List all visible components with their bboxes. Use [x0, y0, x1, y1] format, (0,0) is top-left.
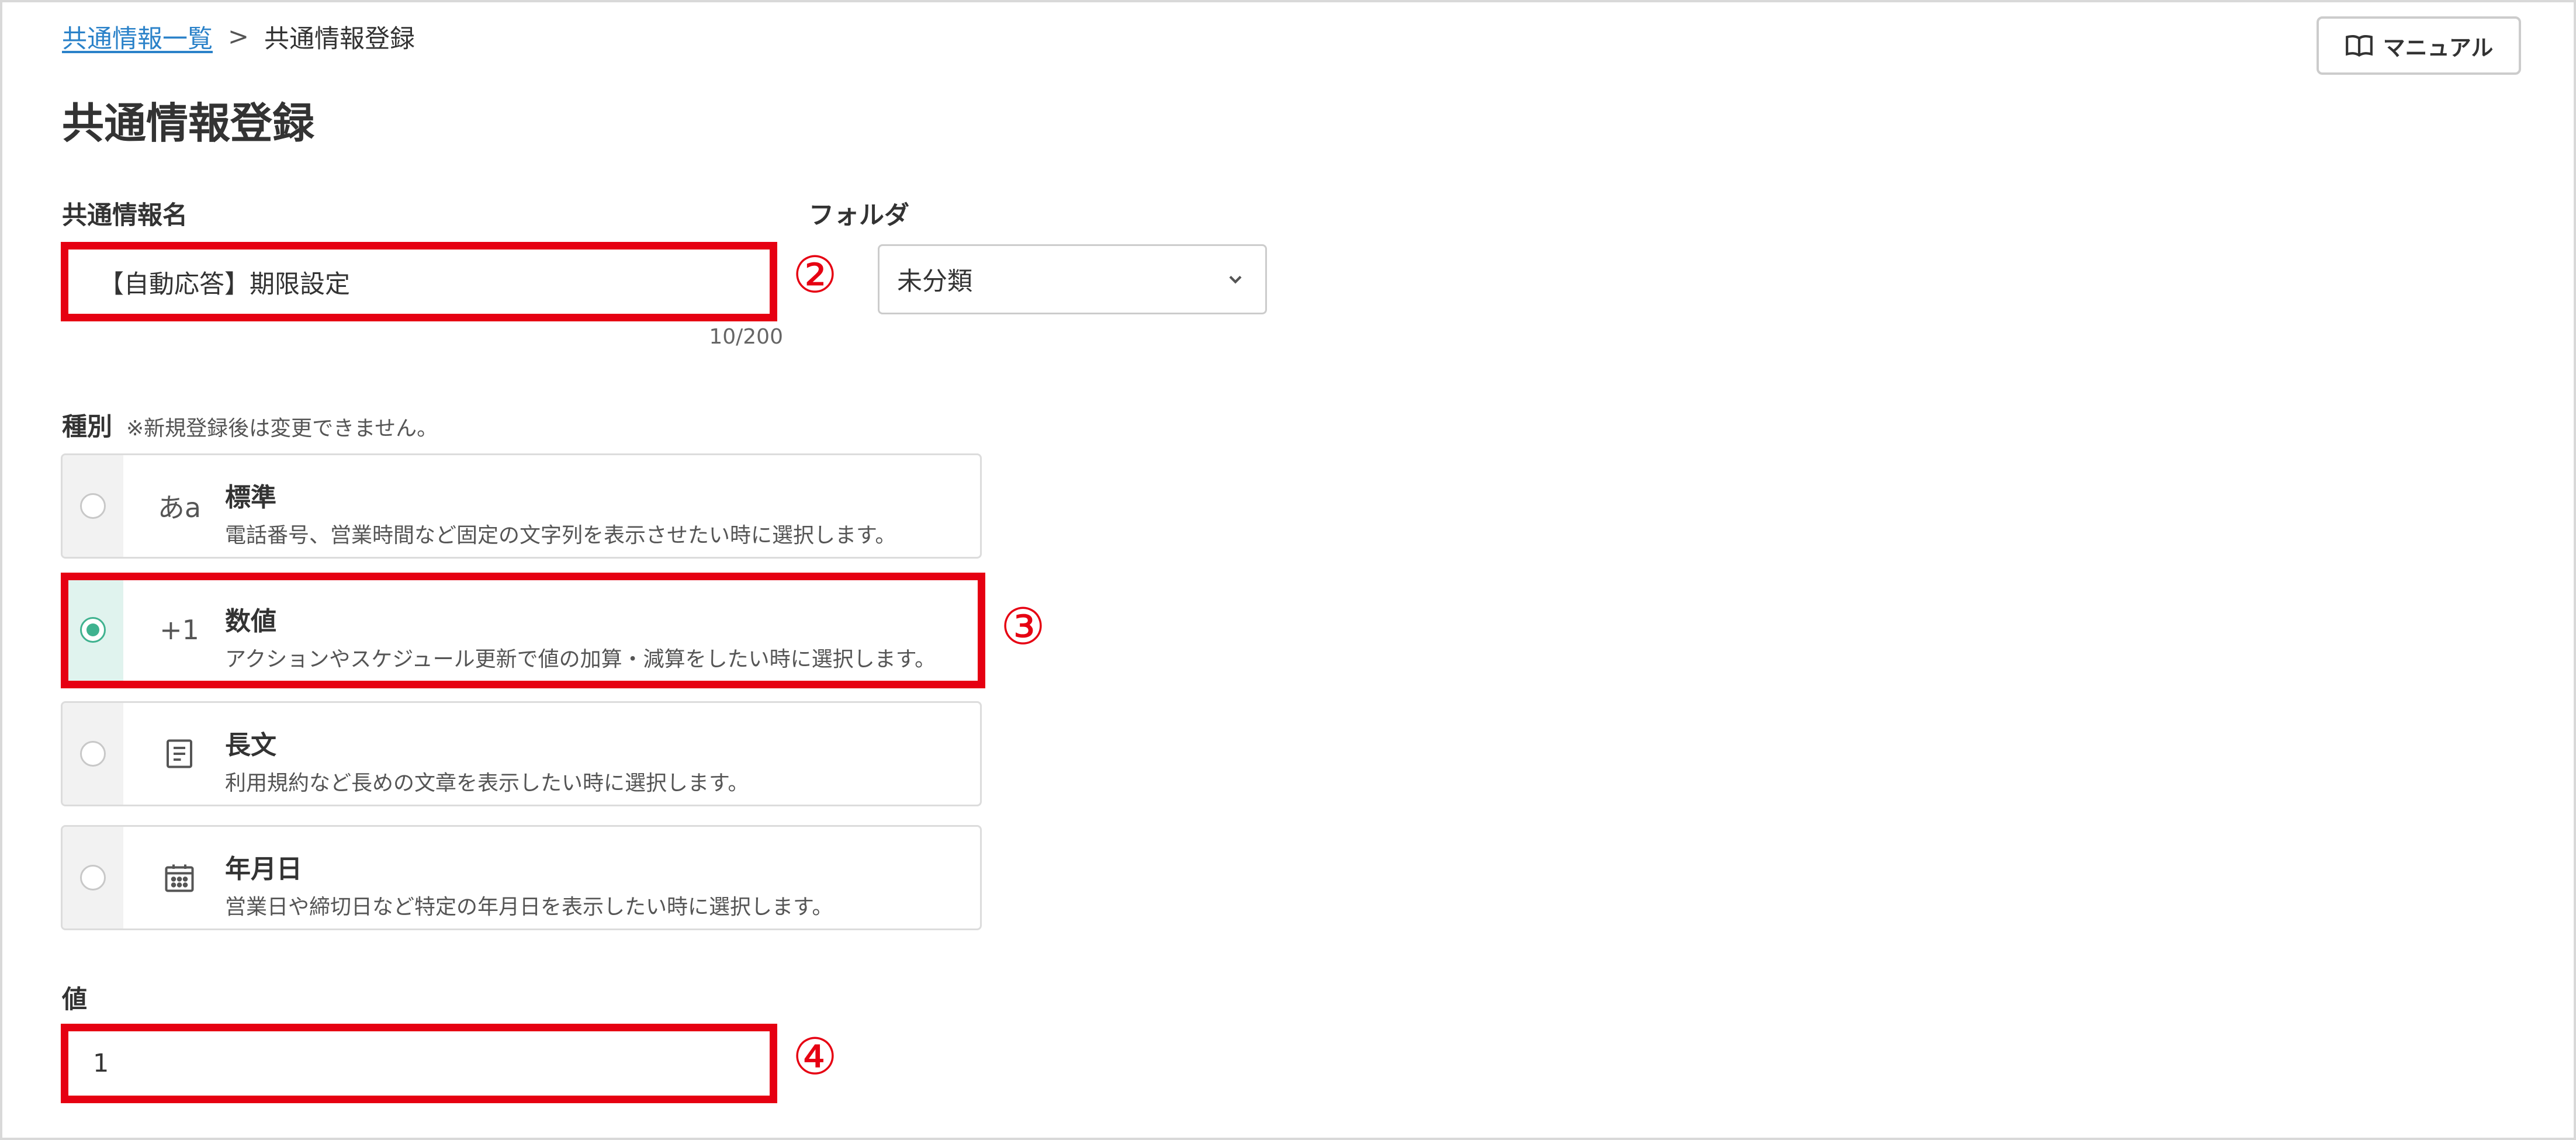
book-icon [2345, 34, 2373, 57]
document-icon [150, 703, 209, 805]
type-option-date[interactable]: 年月日 営業日や締切日など特定の年月日を表示したい時に選択します。 [61, 825, 982, 930]
name-char-counter: 10/200 [709, 325, 783, 349]
chevron-down-icon [1229, 276, 1242, 284]
annotation-marker-4: ④ [792, 1028, 838, 1086]
annotation-marker-3: ③ [1000, 598, 1046, 656]
type-option-title: 長文 [225, 730, 276, 760]
radio-button-date[interactable] [80, 865, 106, 890]
manual-button[interactable]: マニュアル [2317, 16, 2521, 75]
type-option-desc: 利用規約など長めの文章を表示したい時に選択します。 [225, 771, 749, 795]
text-icon: あa [157, 492, 202, 524]
type-option-desc: 電話番号、営業時間など固定の文字列を表示させたい時に選択します。 [225, 524, 896, 548]
breadcrumb-current: 共通情報登録 [264, 25, 416, 54]
page-title: 共通情報登録 [62, 99, 315, 148]
radio-button-standard[interactable] [80, 493, 106, 519]
radio-column [63, 455, 123, 557]
folder-select-value: 未分類 [897, 267, 972, 296]
annotation-box-value [61, 1024, 777, 1103]
type-option-longtext[interactable]: 長文 利用規約など長めの文章を表示したい時に選択します。 [61, 701, 982, 806]
manual-button-label: マニュアル [2383, 34, 2494, 61]
radio-column [63, 703, 123, 805]
type-option-title: 標準 [225, 483, 276, 512]
page-frame [0, 0, 2576, 1140]
annotation-box-name [61, 242, 777, 321]
calendar-icon [150, 827, 209, 928]
radio-column [63, 827, 123, 928]
name-label: 共通情報名 [62, 201, 188, 230]
annotation-marker-2: ② [792, 246, 838, 304]
type-label: 種別 ※新規登録後は変更できません。 [62, 407, 438, 443]
breadcrumb-link-list[interactable]: 共通情報一覧 [62, 19, 213, 55]
radio-button-longtext[interactable] [80, 741, 106, 767]
type-note: ※新規登録後は変更できません。 [126, 417, 438, 441]
breadcrumb: 共通情報一覧 > 共通情報登録 [62, 19, 415, 55]
annotation-box-type [61, 573, 985, 688]
folder-label: フォルダ [809, 201, 909, 230]
type-option-title: 年月日 [225, 854, 302, 884]
type-option-standard[interactable]: あa 標準 電話番号、営業時間など固定の文字列を表示させたい時に選択します。 [61, 453, 982, 559]
type-option-desc: 営業日や締切日など特定の年月日を表示したい時に選択します。 [225, 895, 833, 919]
value-label: 値 [62, 985, 87, 1014]
folder-select[interactable]: 未分類 [878, 244, 1267, 314]
type-label-text: 種別 [62, 413, 112, 442]
breadcrumb-separator: > [228, 22, 250, 51]
